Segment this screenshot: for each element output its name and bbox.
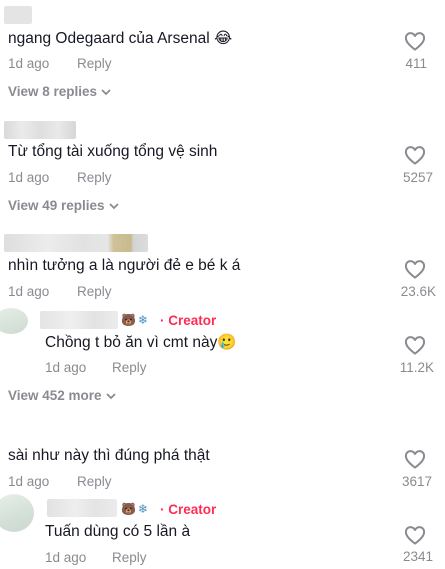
- like-count: 411: [405, 56, 427, 71]
- view-more-label: View 452 more: [8, 388, 102, 403]
- reply-time: 1d ago: [45, 360, 87, 375]
- commenter-name-blurred[interactable]: [4, 121, 76, 139]
- chevron-down-icon: [101, 89, 111, 96]
- comment-time: 1d ago: [8, 56, 50, 71]
- like-count: 3617: [401, 474, 432, 489]
- creator-badge-label: · Creator: [160, 502, 217, 517]
- reply-button[interactable]: Reply: [112, 550, 147, 565]
- like-count: 11.2K: [399, 360, 434, 375]
- like-heart-icon[interactable]: [404, 31, 426, 51]
- creator-name-blurred[interactable]: [40, 311, 118, 329]
- comment-time: 1d ago: [8, 170, 50, 185]
- view-replies-button[interactable]: View 8 replies: [8, 84, 111, 99]
- view-replies-label: View 49 replies: [8, 198, 105, 213]
- reply-button[interactable]: Reply: [77, 170, 112, 185]
- like-count: 5257: [402, 170, 433, 185]
- reply-button[interactable]: Reply: [112, 360, 147, 375]
- comment-time: 1d ago: [8, 284, 50, 299]
- comment-text: ngang Odegaard của Arsenal 😂: [8, 30, 233, 47]
- like-count: 2341: [402, 549, 433, 564]
- creator-avatar[interactable]: [0, 308, 28, 334]
- commenter-name-blurred[interactable]: [4, 6, 32, 24]
- reply-button[interactable]: Reply: [77, 474, 112, 489]
- creator-avatar[interactable]: [0, 494, 34, 532]
- reply-time: 1d ago: [45, 550, 87, 565]
- bear-emoji-icon: 🐻: [121, 502, 136, 516]
- like-count: 23.6K: [400, 284, 436, 299]
- reply-text: Tuấn dùng có 5 lần à: [45, 523, 191, 540]
- view-replies-button[interactable]: View 49 replies: [8, 198, 119, 213]
- like-heart-icon[interactable]: [404, 259, 426, 279]
- chevron-down-icon: [105, 393, 116, 400]
- comment-text: Từ tổng tài xuống tổng vệ sinh: [8, 143, 218, 160]
- like-heart-icon[interactable]: [404, 145, 426, 165]
- view-more-replies-button[interactable]: View 452 more: [8, 388, 116, 403]
- chevron-down-icon: [108, 203, 119, 210]
- reply-button[interactable]: Reply: [77, 56, 112, 71]
- comment-text: nhìn tưởng a là người đẻ e bé k á: [8, 257, 241, 274]
- creator-name-blurred[interactable]: [47, 499, 117, 517]
- bear-emoji-icon: 🐻: [121, 313, 136, 327]
- comment-text: sài như này thì đúng phá thật: [8, 447, 210, 464]
- like-heart-icon[interactable]: [404, 525, 426, 545]
- like-heart-icon[interactable]: [404, 335, 426, 355]
- snowflake-emoji-icon: ❄: [138, 313, 149, 327]
- commenter-name-blurred[interactable]: [4, 234, 148, 252]
- snowflake-emoji-icon: ❄: [138, 502, 149, 516]
- view-replies-label: View 8 replies: [8, 84, 98, 99]
- like-heart-icon[interactable]: [404, 449, 426, 469]
- reply-button[interactable]: Reply: [77, 284, 112, 299]
- creator-badge-label: · Creator: [160, 313, 217, 328]
- reply-text: Chồng t bỏ ăn vì cmt này🥲: [45, 334, 237, 351]
- comment-time: 1d ago: [8, 474, 50, 489]
